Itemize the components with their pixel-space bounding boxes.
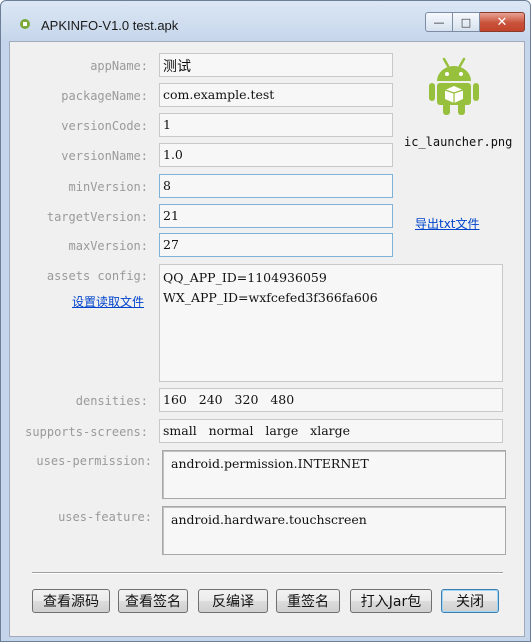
assets-line: WX_APP_ID=wxfcefed3f366fa606: [163, 290, 378, 305]
version-code-field[interactable]: 1: [159, 113, 393, 137]
minimize-button[interactable]: —: [425, 12, 453, 32]
min-version-field[interactable]: 8: [159, 174, 393, 198]
export-txt-link[interactable]: 导出txt文件: [415, 215, 480, 232]
feature-line: android.hardware.touchscreen: [171, 512, 367, 527]
assets-line: QQ_APP_ID=1104936059: [163, 270, 327, 285]
main-panel: appName: 测试 packageName: com.example.tes…: [9, 41, 525, 637]
target-version-field[interactable]: 21: [159, 204, 393, 228]
max-version-label: maxVersion:: [68, 239, 148, 253]
close-window-button[interactable]: ✕: [480, 12, 525, 32]
uses-feature-label: uses-feature:: [58, 510, 152, 524]
close-icon: ✕: [496, 14, 508, 30]
assets-config-textarea[interactable]: QQ_APP_ID=1104936059 WX_APP_ID=wxfcefed3…: [159, 264, 503, 382]
maximize-button[interactable]: □: [453, 12, 480, 32]
package-name-field[interactable]: com.example.test: [159, 83, 393, 107]
decompile-button[interactable]: 反编译: [198, 589, 268, 613]
densities-field[interactable]: 160 240 320 480: [159, 388, 503, 412]
supports-screens-label: supports-screens:: [25, 425, 148, 439]
package-name-label: packageName:: [61, 89, 148, 103]
min-version-label: minVersion:: [68, 180, 148, 194]
max-version-field[interactable]: 27: [159, 233, 393, 257]
resign-button[interactable]: 重签名: [276, 589, 340, 613]
version-name-field[interactable]: 1.0: [159, 143, 393, 167]
uses-permission-textarea[interactable]: android.permission.INTERNET: [162, 450, 506, 499]
android-app-icon: [20, 19, 30, 29]
minimize-icon: —: [433, 15, 445, 29]
android-launcher-icon: [429, 57, 479, 115]
build-jar-button[interactable]: 打入Jar包: [350, 589, 432, 613]
app-window: APKINFO-V1.0 test.apk — □ ✕ appName: 测试 …: [0, 0, 531, 642]
app-name-field[interactable]: 测试: [159, 53, 393, 77]
uses-permission-label: uses-permission:: [36, 454, 152, 468]
permission-line: android.permission.INTERNET: [171, 456, 369, 471]
uses-feature-textarea[interactable]: android.hardware.touchscreen: [162, 506, 506, 555]
title-bar[interactable]: APKINFO-V1.0 test.apk — □ ✕: [1, 1, 530, 41]
window-title: APKINFO-V1.0 test.apk: [41, 18, 179, 33]
divider: [32, 572, 503, 574]
caption-buttons: — □ ✕: [425, 12, 525, 32]
app-name-label: appName:: [90, 59, 148, 73]
supports-screens-field[interactable]: small normal large xlarge: [159, 419, 503, 443]
close-button[interactable]: 关闭: [441, 589, 499, 613]
target-version-label: targetVersion:: [46, 210, 148, 224]
icon-filename: ic_launcher.png: [404, 135, 513, 149]
view-signature-button[interactable]: 查看签名: [118, 589, 188, 613]
version-code-label: versionCode:: [61, 119, 148, 133]
version-name-label: versionName:: [61, 149, 148, 163]
assets-config-label: assets config:: [46, 269, 148, 283]
densities-label: densities:: [75, 394, 148, 408]
view-source-button[interactable]: 查看源码: [32, 589, 110, 613]
set-read-file-link[interactable]: 设置读取文件: [72, 293, 144, 310]
maximize-icon: □: [460, 15, 472, 29]
